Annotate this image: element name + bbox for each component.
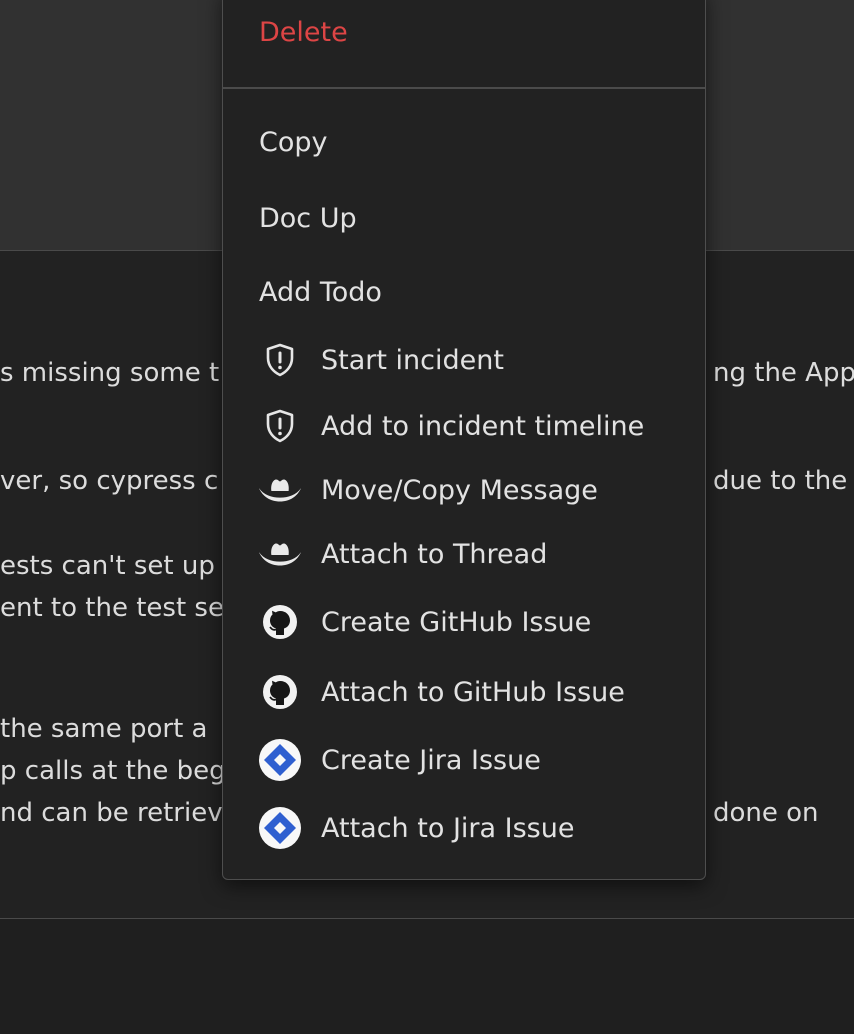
menu-item-label: Move/Copy Message: [321, 474, 598, 506]
menu-item-label: Doc Up: [259, 202, 357, 234]
menu-item-label: Create GitHub Issue: [321, 606, 592, 638]
menu-item-move-copy-message[interactable]: Move/Copy Message: [223, 464, 705, 516]
menu-item-attach-to-jira-issue[interactable]: Attach to Jira Issue: [223, 802, 705, 854]
menu-item-label: Attach to Jira Issue: [321, 812, 575, 844]
menu-item-doc-up[interactable]: Doc Up: [223, 192, 705, 244]
message-text-line: s missing some t: [0, 358, 220, 388]
message-text-line: ver, so cypress c: [0, 466, 219, 496]
shield-alert-icon: [258, 338, 302, 382]
message-text-line: the same port a: [0, 714, 208, 744]
composer-area: [0, 919, 854, 1034]
message-text-line: done on: [713, 798, 819, 828]
message-text-line: nd can be retriev: [0, 798, 223, 828]
message-text-line: due to the: [713, 466, 848, 496]
menu-item-label: Start incident: [321, 344, 504, 376]
menu-item-add-todo[interactable]: Add Todo: [223, 266, 705, 318]
menu-item-label: Create Jira Issue: [321, 744, 541, 776]
menu-item-start-incident[interactable]: Start incident: [223, 334, 705, 386]
menu-item-attach-to-github-issue[interactable]: Attach to GitHub Issue: [223, 666, 705, 718]
jira-icon: [258, 806, 302, 850]
menu-item-label: Add to incident timeline: [321, 410, 645, 442]
menu-item-label: Delete: [259, 16, 348, 48]
message-text-line: ng the Apps: [713, 358, 854, 388]
menu-divider: [223, 87, 705, 89]
message-text-line: ests can't set up: [0, 551, 215, 581]
jira-icon: [258, 738, 302, 782]
menu-item-create-jira-issue[interactable]: Create Jira Issue: [223, 734, 705, 786]
message-text-line: p calls at the beg: [0, 756, 226, 786]
github-icon: [258, 600, 302, 644]
menu-item-copy[interactable]: Copy: [223, 116, 705, 168]
cowboy-hat-icon: [258, 468, 302, 512]
menu-item-create-github-issue[interactable]: Create GitHub Issue: [223, 596, 705, 648]
menu-item-label: Attach to Thread: [321, 538, 548, 570]
menu-item-label: Copy: [259, 126, 328, 158]
menu-item-attach-to-thread[interactable]: Attach to Thread: [223, 528, 705, 580]
message-context-menu: Delete Copy Doc Up Add Todo Start incide…: [222, 0, 706, 880]
menu-item-delete[interactable]: Delete: [223, 6, 705, 58]
github-icon: [258, 670, 302, 714]
menu-item-label: Attach to GitHub Issue: [321, 676, 625, 708]
shield-alert-icon: [258, 404, 302, 448]
menu-item-add-to-incident-timeline[interactable]: Add to incident timeline: [223, 400, 705, 452]
message-text-line: ent to the test se: [0, 593, 224, 623]
cowboy-hat-icon: [258, 532, 302, 576]
menu-item-label: Add Todo: [259, 276, 382, 308]
